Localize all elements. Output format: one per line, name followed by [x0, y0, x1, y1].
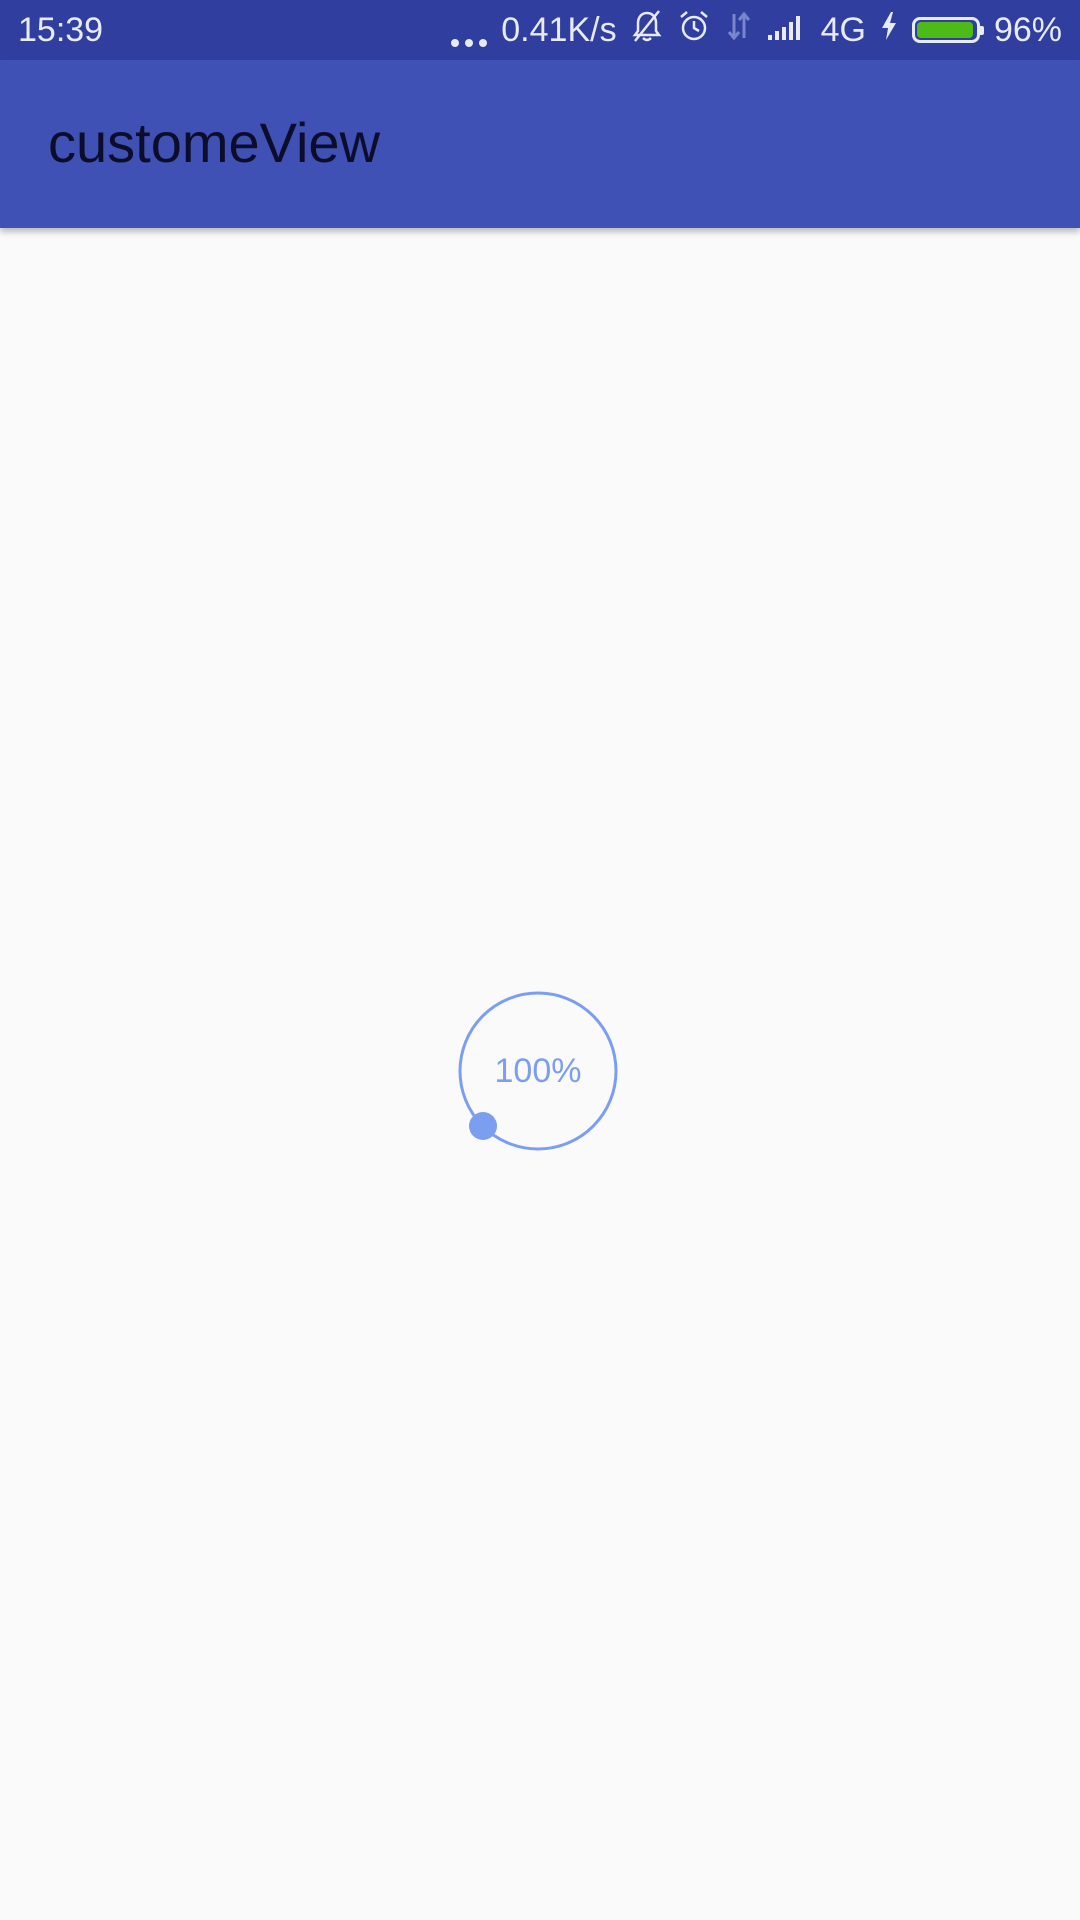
screen: 15:39 0.41K/s 4G 96% customeView 100% — [0, 0, 1080, 1920]
circular-progress: 100% — [452, 985, 624, 1157]
status-time: 15:39 — [18, 11, 104, 49]
battery-icon — [911, 17, 984, 43]
status-bar: 15:39 0.41K/s 4G 96% — [0, 0, 1080, 60]
data-arrows-icon — [725, 10, 753, 51]
battery-fill — [916, 22, 973, 38]
status-right: 0.41K/s 4G 96% — [451, 0, 1062, 60]
app-bar: customeView — [0, 60, 1080, 228]
charging-icon — [880, 11, 898, 50]
muted-bell-icon — [631, 9, 663, 52]
battery-percent: 96% — [993, 10, 1062, 49]
app-title: customeView — [48, 111, 381, 174]
more-dots-icon — [451, 27, 488, 47]
alarm-icon — [677, 9, 711, 52]
network-speed: 0.41K/s — [501, 10, 617, 49]
progress-label: 100% — [494, 1052, 582, 1090]
signal-icon — [767, 11, 807, 50]
network-type: 4G — [820, 10, 866, 49]
